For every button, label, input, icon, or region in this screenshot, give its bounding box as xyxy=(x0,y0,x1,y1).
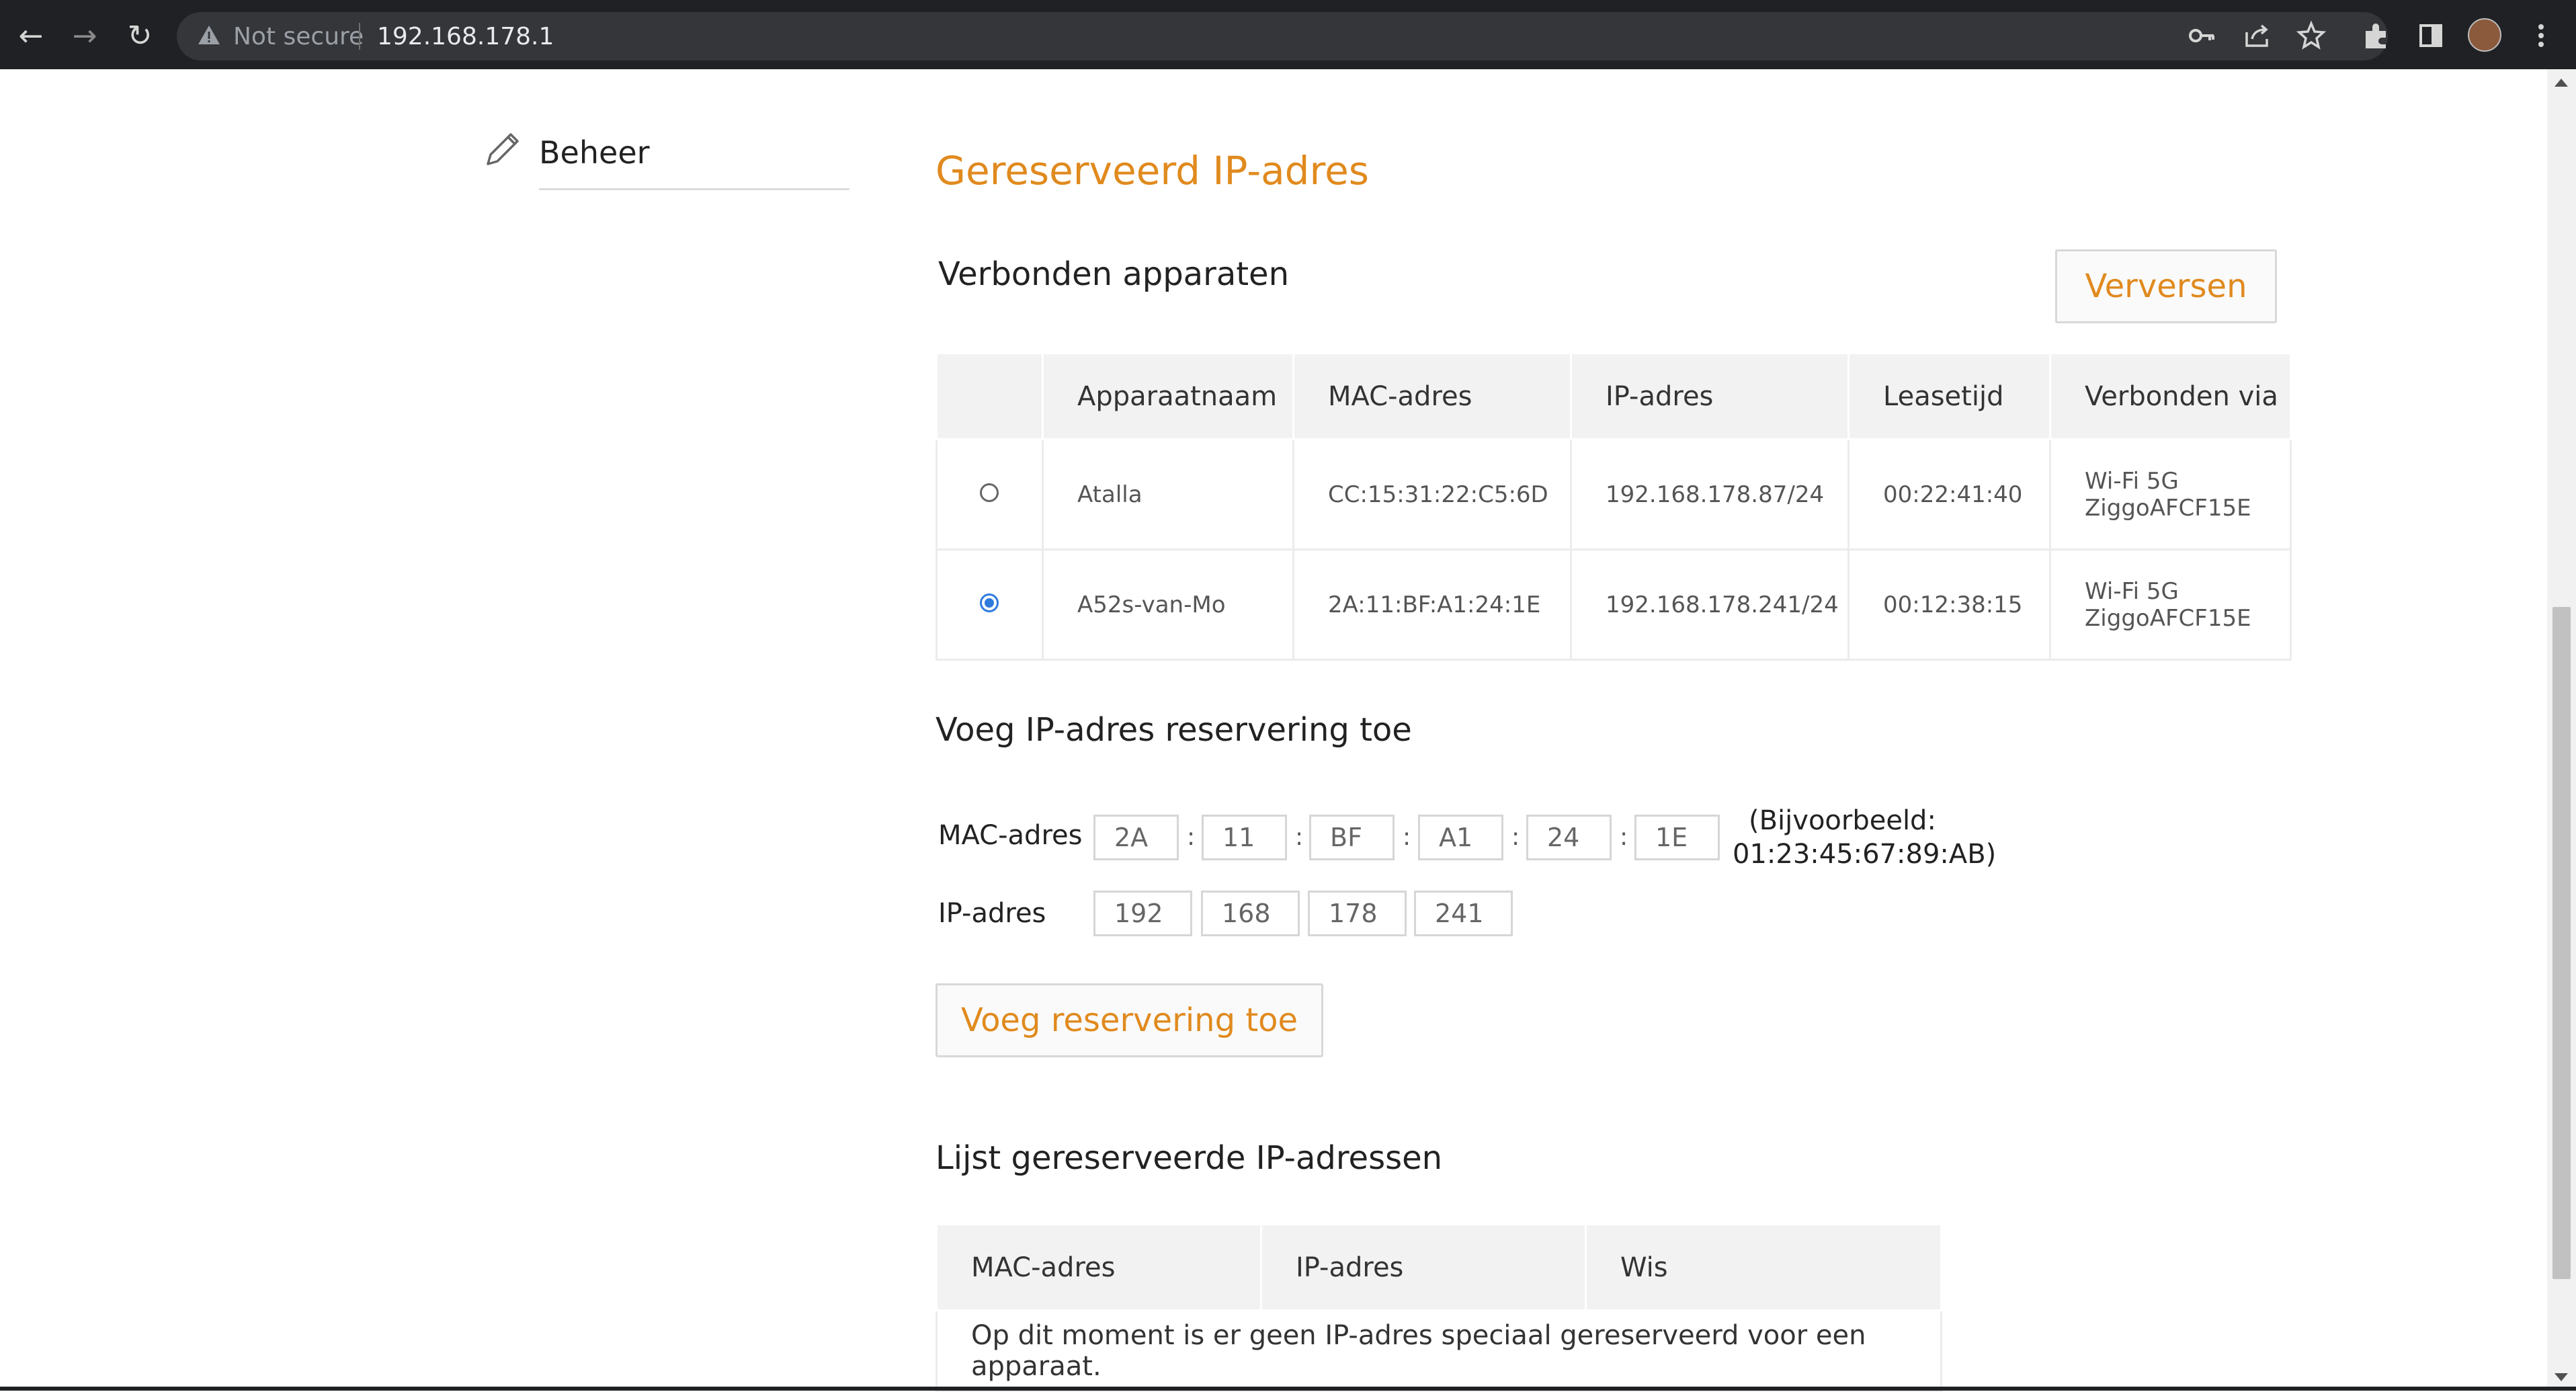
table-row[interactable]: A52s-van-Mo 2A:11:BF:A1:24:1E 192.168.17… xyxy=(936,548,2292,661)
mac-separator: : xyxy=(1187,823,1196,851)
forward-icon[interactable]: → xyxy=(66,17,103,55)
connection-ssid: ZiggoAFCF15E xyxy=(2085,494,2251,522)
mac-field-5[interactable]: 24 xyxy=(1526,815,1612,860)
reserved-table: MAC-adres IP-adres Wis Op dit moment is … xyxy=(936,1223,1942,1392)
ip-field-4[interactable]: 241 xyxy=(1414,891,1513,936)
extensions-icon[interactable] xyxy=(2359,19,2393,52)
device-lease: 00:22:41:40 xyxy=(1847,438,2051,550)
column-header-name: Apparaatnaam xyxy=(1042,352,1294,440)
empty-row: Op dit moment is er geen IP-adres specia… xyxy=(936,1309,1942,1392)
warning-icon xyxy=(198,26,220,44)
mac-field-4[interactable]: A1 xyxy=(1418,815,1503,860)
scroll-up-icon[interactable] xyxy=(2554,79,2568,87)
ip-label: IP-adres xyxy=(938,898,1046,929)
side-panel-icon[interactable] xyxy=(2414,19,2448,52)
security-label: Not secure xyxy=(233,23,364,50)
connection-ssid: ZiggoAFCF15E xyxy=(2085,604,2251,632)
column-header-mac: MAC-adres xyxy=(936,1223,1262,1311)
mac-field-1[interactable]: 2A xyxy=(1093,815,1179,860)
mac-field-2[interactable]: 11 xyxy=(1202,815,1287,860)
add-reservation-button[interactable]: Voeg reservering toe xyxy=(936,983,1323,1057)
column-header-via: Verbonden via xyxy=(2049,352,2292,440)
sidebar-item-label: Beheer xyxy=(539,134,650,171)
device-ip: 192.168.178.87/24 xyxy=(1570,438,1850,550)
ip-field-1[interactable]: 192 xyxy=(1093,891,1192,936)
column-header-delete: Wis xyxy=(1585,1223,1942,1311)
profile-avatar[interactable] xyxy=(2468,18,2501,52)
menu-icon[interactable] xyxy=(2524,19,2558,52)
reload-icon[interactable]: ↻ xyxy=(121,17,159,55)
window-bottom-edge xyxy=(0,1387,2576,1391)
scroll-down-icon[interactable] xyxy=(2554,1373,2568,1381)
pencil-icon xyxy=(487,133,519,165)
connection-band: Wi-Fi 5G xyxy=(2085,577,2179,605)
table-row[interactable]: Atalla CC:15:31:22:C5:6D 192.168.178.87/… xyxy=(936,438,2292,550)
column-header-ip: IP-adres xyxy=(1570,352,1850,440)
mac-example-note: (Bijvoorbeeld: 01:23:45:67:89:AB) xyxy=(1733,804,1996,871)
section-heading-reserved: Lijst gereserveerde IP-adressen xyxy=(936,1139,1443,1177)
address-bar[interactable]: Not secure 192.168.178.1 xyxy=(177,12,2388,60)
device-name: Atalla xyxy=(1042,438,1294,550)
mac-separator: : xyxy=(1511,823,1520,851)
column-header-ip: IP-adres xyxy=(1260,1223,1587,1311)
ip-field-3[interactable]: 178 xyxy=(1308,891,1407,936)
row-radio[interactable] xyxy=(980,483,999,502)
column-header-select xyxy=(936,352,1044,440)
back-icon[interactable]: ← xyxy=(12,17,50,55)
device-lease: 00:12:38:15 xyxy=(1847,548,2051,661)
page-scrollbar[interactable] xyxy=(2547,69,2576,1391)
device-name: A52s-van-Mo xyxy=(1042,548,1294,661)
example-line-2: 01:23:45:67:89:AB) xyxy=(1733,839,1997,870)
row-radio-selected[interactable] xyxy=(980,593,999,612)
device-mac: CC:15:31:22:C5:6D xyxy=(1292,438,1572,550)
scrollbar-thumb[interactable] xyxy=(2552,607,2571,1279)
star-icon[interactable] xyxy=(2294,19,2328,52)
device-ip: 192.168.178.241/24 xyxy=(1570,548,1850,661)
mac-separator: : xyxy=(1620,823,1628,851)
divider xyxy=(359,23,360,50)
mac-separator: : xyxy=(1403,823,1411,851)
section-heading-add: Voeg IP-adres reservering toe xyxy=(936,711,1412,749)
divider xyxy=(539,188,849,190)
table-header-row: MAC-adres IP-adres Wis xyxy=(936,1223,1942,1311)
device-mac: 2A:11:BF:A1:24:1E xyxy=(1292,548,1572,661)
devices-table: Apparaatnaam MAC-adres IP-adres Leasetij… xyxy=(936,352,2292,661)
browser-toolbar: ← → ↻ Not secure 192.168.178.1 xyxy=(0,0,2576,69)
example-line-1: (Bijvoorbeeld: xyxy=(1749,805,1936,836)
mac-separator: : xyxy=(1295,823,1304,851)
url-text[interactable]: 192.168.178.1 xyxy=(377,23,554,50)
page-title: Gereserveerd IP-adres xyxy=(936,148,1369,194)
key-icon[interactable] xyxy=(2186,19,2219,52)
table-header-row: Apparaatnaam MAC-adres IP-adres Leasetij… xyxy=(936,352,2292,440)
column-header-lease: Leasetijd xyxy=(1847,352,2051,440)
empty-message: Op dit moment is er geen IP-adres specia… xyxy=(936,1309,1942,1392)
mac-field-3[interactable]: BF xyxy=(1309,815,1395,860)
device-connection: Wi-Fi 5G ZiggoAFCF15E xyxy=(2049,548,2292,661)
section-heading-connected: Verbonden apparaten xyxy=(938,255,1289,293)
device-connection: Wi-Fi 5G ZiggoAFCF15E xyxy=(2049,438,2292,550)
mac-label: MAC-adres xyxy=(938,820,1083,851)
share-icon[interactable] xyxy=(2240,19,2274,52)
ip-field-2[interactable]: 168 xyxy=(1201,891,1300,936)
mac-field-6[interactable]: 1E xyxy=(1634,815,1720,860)
connection-band: Wi-Fi 5G xyxy=(2085,467,2179,495)
column-header-mac: MAC-adres xyxy=(1292,352,1572,440)
refresh-button[interactable]: Verversen xyxy=(2055,249,2277,323)
